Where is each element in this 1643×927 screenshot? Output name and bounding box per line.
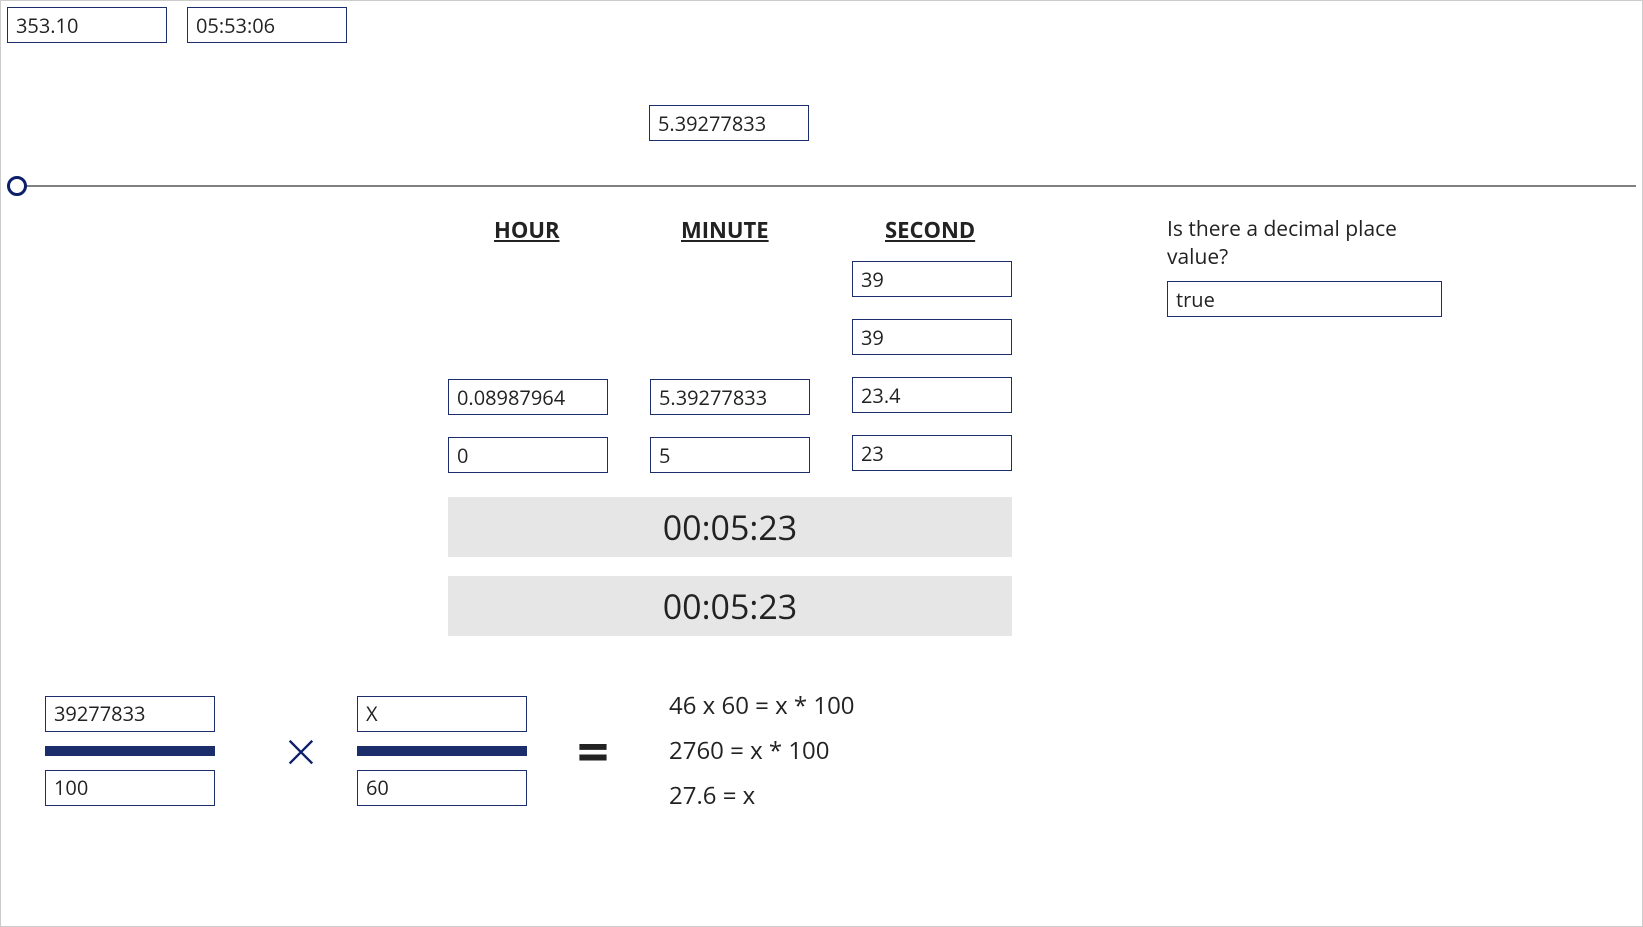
fraction-left-numerator: 39277833 (45, 696, 215, 732)
second-row2: 39 (852, 319, 1012, 355)
header-hour: HOUR (494, 215, 560, 245)
fraction-left: 39277833 100 (45, 696, 215, 806)
second-row4: 23 (852, 435, 1012, 471)
fraction-right-denominator: 60 (357, 770, 527, 806)
mid-value: 5.39277833 (649, 105, 809, 141)
fraction-bar-icon (357, 746, 527, 756)
second-row1: 39 (852, 261, 1012, 297)
equation-line-2: 2760 = x * 100 (669, 734, 855, 767)
fraction-right-numerator: X (357, 696, 527, 732)
divider-line (7, 185, 1636, 187)
equation-line-1: 46 x 60 = x * 100 (669, 689, 855, 722)
second-row3: 23.4 (852, 377, 1012, 413)
hour-row3: 0.08987964 (448, 379, 608, 415)
fraction-right: X 60 (357, 696, 527, 806)
minute-row4: 5 (650, 437, 810, 473)
decimal-question-label: Is there a decimal place value? (1167, 215, 1442, 271)
equation-line-3: 27.6 = x (669, 779, 855, 812)
result-bar-2: 00:05:23 (448, 576, 1012, 636)
timeline-start-icon (7, 176, 27, 196)
multiply-icon: × (285, 713, 317, 789)
equals-icon: = (577, 713, 609, 789)
decimal-question-value: true (1167, 281, 1442, 317)
hour-row4: 0 (448, 437, 608, 473)
fraction-left-denominator: 100 (45, 770, 215, 806)
result-bar-1: 00:05:23 (448, 497, 1012, 557)
top-value-a: 353.10 (7, 7, 167, 43)
minute-row3: 5.39277833 (650, 379, 810, 415)
fraction-bar-icon (45, 746, 215, 756)
header-minute: MINUTE (681, 215, 769, 245)
top-value-b: 05:53:06 (187, 7, 347, 43)
header-second: SECOND (885, 215, 975, 245)
